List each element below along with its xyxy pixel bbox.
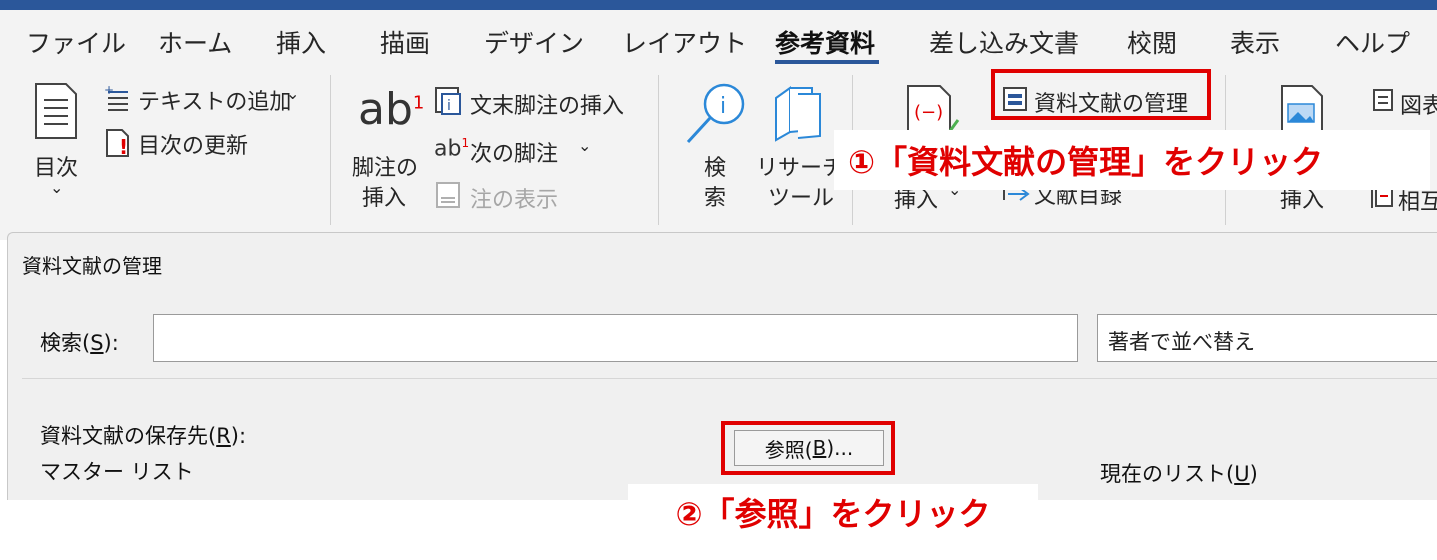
update-table-icon: ! bbox=[106, 129, 129, 158]
tab-review[interactable]: 校閲 bbox=[1127, 24, 1177, 60]
current-list-label: 現在のリスト(U) bbox=[1100, 462, 1258, 486]
insert-footnote-label-2[interactable]: 挿入 bbox=[362, 180, 406, 212]
svg-text:(−): (−) bbox=[914, 102, 943, 123]
show-notes-icon bbox=[436, 182, 460, 208]
highlight-browse bbox=[721, 421, 895, 475]
chevron-down-icon[interactable]: ⌄ bbox=[578, 136, 591, 155]
search-icon[interactable]: i bbox=[684, 82, 748, 148]
insert-footnote-label-1[interactable]: 脚注の bbox=[352, 150, 418, 182]
tab-layout[interactable]: レイアウト bbox=[622, 24, 747, 60]
table-of-figures-icon bbox=[1373, 89, 1393, 111]
tab-home[interactable]: ホーム bbox=[158, 24, 232, 60]
group-separator bbox=[330, 75, 331, 225]
tab-insert[interactable]: 挿入 bbox=[276, 24, 326, 60]
tab-references[interactable]: 参考資料 bbox=[775, 24, 875, 60]
tab-view[interactable]: 表示 bbox=[1230, 24, 1280, 60]
next-footnote-icon: ab1 bbox=[434, 136, 470, 162]
table-of-contents-icon[interactable] bbox=[34, 82, 78, 140]
add-text-icon: + bbox=[104, 84, 128, 111]
search-field-label: 検索(S): bbox=[40, 331, 119, 355]
tab-design[interactable]: デザイン bbox=[484, 24, 584, 60]
update-toc-button[interactable]: 目次の更新 bbox=[138, 128, 248, 160]
researcher-icon[interactable] bbox=[772, 84, 826, 142]
title-bar bbox=[0, 0, 1437, 10]
svg-text:i: i bbox=[447, 98, 451, 114]
master-list-label: マスター リスト bbox=[40, 460, 194, 484]
dialog-divider bbox=[22, 378, 1437, 379]
callout-step-2: ②「参照」をクリック bbox=[628, 484, 1038, 540]
footnote-icon[interactable]: ab1 bbox=[358, 84, 424, 135]
chevron-down-icon[interactable]: ⌄ bbox=[50, 178, 63, 197]
svg-text:!: ! bbox=[119, 135, 128, 158]
insert-endnote-button[interactable]: 文末脚注の挿入 bbox=[470, 88, 624, 120]
sort-select[interactable]: 著者で並べ替え bbox=[1097, 314, 1437, 362]
next-footnote-button[interactable]: 次の脚注 bbox=[470, 136, 558, 168]
table-of-figures-button[interactable]: 図表 bbox=[1400, 88, 1437, 120]
researcher-label-1[interactable]: リサーチ bbox=[756, 150, 844, 182]
group-separator bbox=[658, 75, 659, 225]
save-location-label: 資料文献の保存先(R): bbox=[40, 424, 247, 448]
active-tab-indicator bbox=[775, 60, 879, 64]
researcher-label-2[interactable]: ツール bbox=[768, 180, 834, 212]
tab-help[interactable]: ヘルプ bbox=[1335, 24, 1410, 60]
endnote-icon: i bbox=[435, 87, 461, 115]
highlight-manage-sources bbox=[991, 69, 1211, 120]
add-text-button[interactable]: テキストの追加 bbox=[138, 84, 291, 116]
tab-draw[interactable]: 描画 bbox=[380, 24, 430, 60]
svg-text:i: i bbox=[720, 94, 726, 119]
svg-text:+: + bbox=[104, 84, 114, 97]
dialog-title: 資料文献の管理 bbox=[22, 254, 162, 278]
callout-step-1: ①「資料文献の管理」をクリック bbox=[834, 130, 1430, 190]
ribbon-tabs: ファイル ホーム 挿入 描画 デザイン レイアウト 参考資料 差し込み文書 校閲… bbox=[0, 10, 1437, 62]
chevron-down-icon[interactable]: ⌄ bbox=[286, 84, 299, 103]
search-label-2[interactable]: 索 bbox=[704, 180, 726, 212]
tab-file[interactable]: ファイル bbox=[26, 24, 126, 60]
search-label-1[interactable]: 検 bbox=[704, 150, 726, 182]
tab-mailings[interactable]: 差し込み文書 bbox=[929, 24, 1079, 60]
search-input[interactable] bbox=[153, 314, 1078, 362]
show-notes-button[interactable]: 注の表示 bbox=[470, 182, 558, 214]
